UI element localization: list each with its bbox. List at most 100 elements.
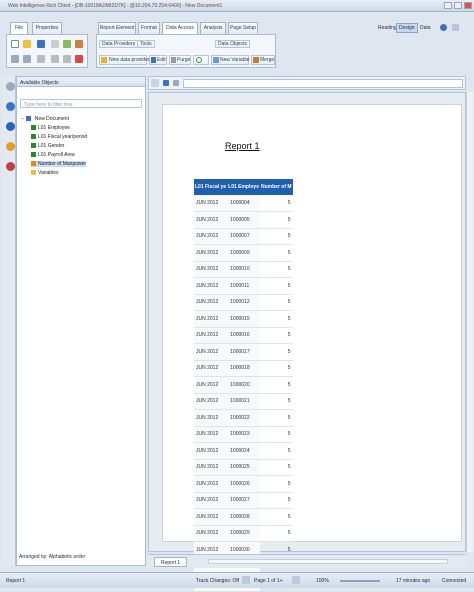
cell-employee[interactable]: 1000018 (227, 360, 260, 377)
cell-manpower[interactable]: 5 (260, 525, 293, 542)
table-row[interactable]: JUN 2012 1000029 5 (194, 525, 293, 542)
new-document-icon[interactable] (11, 40, 19, 48)
cell-fiscal-year[interactable]: JUN 2012 (194, 393, 228, 410)
table-row[interactable]: JUN 2012 1000024 5 (194, 442, 293, 460)
cell-manpower[interactable]: 5 (260, 360, 293, 377)
export-icon[interactable] (63, 40, 71, 48)
table-row[interactable]: JUN 2012 1000018 5 (194, 360, 293, 377)
report-tab-1[interactable]: Report 1 (154, 557, 188, 567)
cell-employee[interactable]: 1000026 (227, 475, 260, 493)
cell-manpower[interactable]: 5 (260, 277, 293, 295)
cell-fiscal-year[interactable]: JUN 2012 (194, 277, 228, 295)
cell-employee[interactable]: 1000012 (227, 294, 260, 311)
open-icon[interactable] (23, 40, 31, 48)
edit-button[interactable]: Edit (149, 55, 167, 65)
cell-fiscal-year[interactable]: JUN 2012 (194, 508, 228, 526)
report-title[interactable]: Report 1 (225, 141, 260, 151)
report-table[interactable]: L01 Fiscal ye L01 Employe Number of M JU… (194, 179, 293, 592)
cell-fiscal-year[interactable]: JUN 2012 (194, 327, 228, 344)
table-row[interactable]: JUN 2012 1000020 5 (194, 376, 293, 394)
table-row[interactable]: JUN 2012 1000022 5 (194, 409, 293, 427)
status-report-name[interactable]: Report 1 (6, 578, 25, 584)
cell-manpower[interactable]: 5 (260, 327, 293, 344)
cell-employee[interactable]: 1000022 (227, 409, 260, 427)
new-variable-button[interactable]: New Variable (211, 55, 249, 65)
cell-employee[interactable]: 1000020 (227, 376, 260, 394)
tab-format[interactable]: Format (138, 22, 160, 34)
undo-icon[interactable] (11, 55, 19, 63)
subtab-data-providers[interactable]: Data Providers (99, 40, 139, 48)
cell-manpower[interactable]: 5 (260, 310, 293, 328)
cell-manpower[interactable]: 5 (260, 459, 293, 476)
collapse-icon[interactable]: − (21, 116, 25, 122)
cell-fiscal-year[interactable]: JUN 2012 (194, 195, 228, 212)
cell-employee[interactable]: 1000007 (227, 228, 260, 245)
cell-employee[interactable]: 1000027 (227, 492, 260, 509)
cell-manpower[interactable]: 5 (260, 244, 293, 262)
tab-page-setup[interactable]: Page Setup (228, 22, 258, 34)
tab-properties[interactable]: Properties (32, 22, 62, 34)
table-row[interactable]: JUN 2012 1000026 5 (194, 475, 293, 493)
tree-item[interactable]: L01 Payroll Area (31, 152, 75, 158)
cell-manpower[interactable]: 5 (260, 376, 293, 394)
page-indicator[interactable]: Page 1 of 1+ (254, 578, 283, 584)
cell-manpower[interactable]: 5 (260, 294, 293, 311)
refresh-button[interactable] (193, 55, 209, 65)
cell-fiscal-year[interactable]: JUN 2012 (194, 343, 228, 361)
cell-fiscal-year[interactable]: JUN 2012 (194, 211, 228, 229)
report-map-icon[interactable] (6, 102, 15, 111)
track-changes-status[interactable]: Track Changes: Off (196, 578, 239, 584)
horizontal-scrollbar[interactable] (208, 559, 448, 564)
table-row[interactable]: JUN 2012 1000015 5 (194, 310, 293, 328)
cell-fiscal-year[interactable]: JUN 2012 (194, 409, 228, 427)
options-icon[interactable] (452, 24, 459, 31)
cell-employee[interactable]: 1000005 (227, 211, 260, 229)
input-controls-icon[interactable] (6, 122, 15, 131)
cancel-formula-icon[interactable] (173, 80, 179, 86)
formula-icon[interactable] (151, 79, 159, 87)
table-row[interactable]: JUN 2012 1000028 5 (194, 508, 293, 526)
minimize-button[interactable] (444, 2, 452, 9)
cell-fiscal-year[interactable]: JUN 2012 (194, 475, 228, 493)
cell-manpower[interactable]: 5 (260, 475, 293, 493)
table-row[interactable]: JUN 2012 1000027 5 (194, 492, 293, 509)
tree-item[interactable]: L01 Gender (31, 143, 64, 149)
cell-fiscal-year[interactable]: JUN 2012 (194, 360, 228, 377)
merge-button[interactable]: Merge (251, 55, 275, 65)
tree-item[interactable]: L01 Employee (31, 125, 70, 131)
table-row[interactable]: JUN 2012 1000021 5 (194, 393, 293, 410)
table-row[interactable]: JUN 2012 1000011 5 (194, 277, 293, 295)
cell-employee[interactable]: 1000010 (227, 261, 260, 278)
table-row[interactable]: JUN 2012 1000004 5 (194, 195, 293, 212)
cell-employee[interactable]: 1000021 (227, 393, 260, 410)
cell-employee[interactable]: 1000029 (227, 525, 260, 542)
cell-manpower[interactable]: 5 (260, 508, 293, 526)
filter-input[interactable]: Type here to filter tree (20, 99, 142, 108)
vertical-scrollbar[interactable] (466, 92, 473, 552)
last-page-icon[interactable] (292, 576, 300, 584)
available-objects-icon[interactable] (6, 162, 15, 171)
validate-icon[interactable] (163, 80, 169, 86)
delete-icon[interactable] (75, 55, 83, 63)
cell-fiscal-year[interactable]: JUN 2012 (194, 261, 228, 278)
data-mode[interactable]: Data (420, 25, 431, 31)
tree-root[interactable]: − New Document (21, 116, 69, 122)
tab-report-element[interactable]: Report Element (98, 22, 136, 34)
cell-manpower[interactable]: 5 (260, 343, 293, 361)
help-icon[interactable] (440, 24, 447, 31)
cell-fiscal-year[interactable]: JUN 2012 (194, 459, 228, 476)
formula-input[interactable] (183, 79, 463, 88)
panel-title[interactable]: Available Objects (20, 80, 59, 86)
tree-item-selected[interactable]: Number of Manpower (31, 161, 87, 167)
cell-manpower[interactable]: 5 (260, 261, 293, 278)
first-page-icon[interactable] (242, 576, 250, 584)
tab-analysis[interactable]: Analysis (200, 22, 226, 34)
tree-item[interactable]: L01 Fiscal year/period (31, 134, 87, 140)
cell-employee[interactable]: 1000011 (227, 277, 260, 295)
purge-button[interactable]: Purge (169, 55, 191, 65)
table-row[interactable]: JUN 2012 1000010 5 (194, 261, 293, 278)
cut-icon[interactable] (37, 55, 45, 63)
tree-item-variables[interactable]: Variables (31, 170, 58, 176)
design-mode[interactable]: Design (396, 23, 418, 33)
paste-icon[interactable] (63, 55, 71, 63)
